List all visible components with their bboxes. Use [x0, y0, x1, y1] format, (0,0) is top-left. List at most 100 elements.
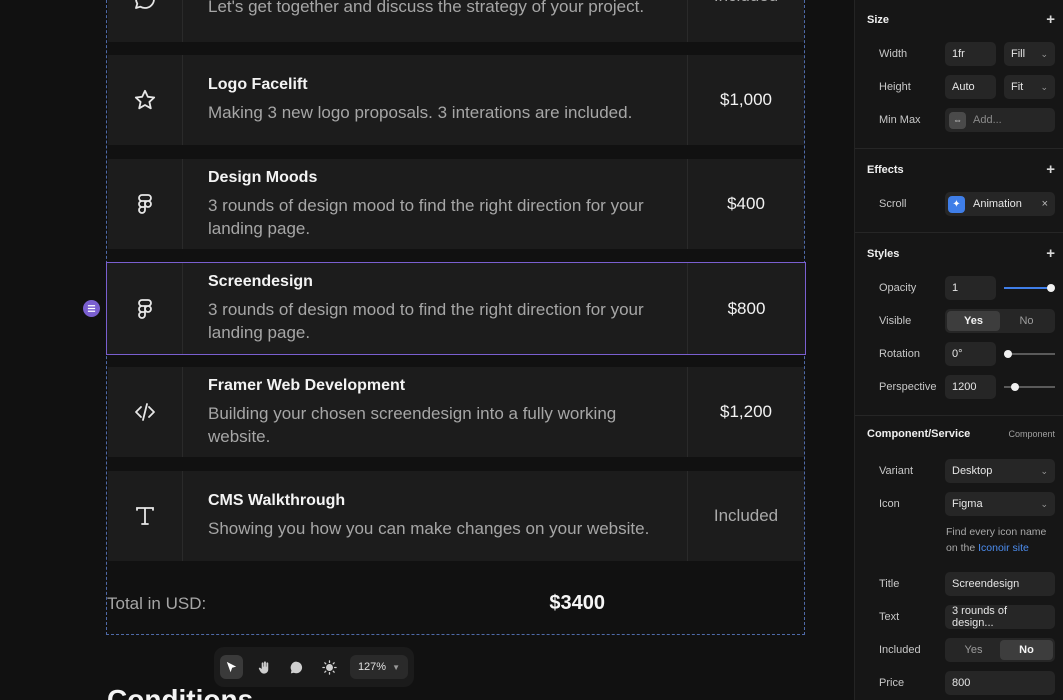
opacity-slider[interactable]	[1004, 287, 1051, 289]
row-price: $1,200	[720, 402, 772, 421]
price-input[interactable]: 800	[945, 671, 1055, 695]
row-icon-cell	[107, 263, 183, 354]
width-label: Width	[879, 48, 908, 60]
row-price: Included	[713, 506, 779, 525]
styles-section-header: Styles +	[867, 245, 1055, 262]
visible-toggle[interactable]: Yes No	[945, 309, 1055, 333]
selection-handle[interactable]	[83, 300, 100, 317]
row-price: $400	[727, 194, 765, 213]
chevron-down-icon: ⌄	[1040, 81, 1048, 92]
table-row[interactable]: Let's get together and discuss the strat…	[108, 0, 804, 42]
hand-icon	[258, 660, 268, 674]
component-section-header: Component/Service Component	[867, 428, 1055, 440]
variant-select[interactable]: Desktop ⌄	[945, 459, 1055, 483]
table-row[interactable]: Design Moods 3 rounds of design mood to …	[108, 159, 804, 249]
variant-value: Desktop	[952, 465, 993, 477]
zoom-value: 127%	[357, 661, 387, 673]
price-value: 800	[952, 677, 971, 689]
add-style-icon[interactable]: +	[1046, 245, 1055, 262]
rotation-input[interactable]: 0°	[945, 342, 996, 366]
visible-yes-option[interactable]: Yes	[947, 311, 1000, 331]
width-mode-value: Fill	[1011, 48, 1026, 60]
table-row[interactable]: Framer Web Development Building your cho…	[108, 367, 804, 457]
section-title: Effects	[867, 163, 904, 176]
section-title: Component/Service	[867, 428, 971, 440]
included-no-option[interactable]: No	[1000, 640, 1053, 660]
icon-select[interactable]: Figma ⌄	[945, 492, 1055, 516]
chevron-down-icon: ⌄	[1040, 498, 1048, 509]
add-effect-icon[interactable]: +	[1046, 161, 1055, 178]
row-price: $1,000	[720, 90, 772, 109]
row-icon-cell	[108, 367, 183, 457]
theme-toggle-button[interactable]	[317, 655, 340, 679]
height-mode-select[interactable]: Fit ⌄	[1004, 75, 1055, 99]
row-price: $800	[727, 298, 766, 318]
icon-value: Figma	[952, 498, 983, 510]
included-label: Included	[879, 644, 921, 656]
text-input[interactable]: 3 rounds of design...	[945, 605, 1055, 629]
scroll-animation-value: Animation	[973, 198, 1022, 210]
sun-icon	[321, 659, 337, 675]
section-title: Size	[867, 13, 890, 26]
width-input[interactable]: 1fr	[945, 42, 996, 66]
row-title: Framer Web Development	[208, 376, 406, 394]
perspective-value: 1200	[952, 381, 977, 393]
add-size-icon[interactable]: +	[1046, 11, 1055, 28]
chevron-down-icon: ⌄	[1040, 48, 1048, 59]
row-description: Showing you how you can make changes on …	[208, 519, 650, 538]
component-link[interactable]: Component	[1008, 429, 1055, 439]
comment-tool-button[interactable]	[285, 655, 308, 679]
height-input[interactable]: Auto	[945, 75, 996, 99]
section-divider	[855, 148, 1063, 149]
included-toggle[interactable]: Yes No	[945, 638, 1055, 662]
table-row[interactable]: Logo Facelift Making 3 new logo proposal…	[108, 55, 804, 145]
properties-panel: Size + Width 1fr Fill ⌄ Height Auto Fit ⌄ …	[854, 0, 1063, 700]
total-value: $3400	[549, 592, 605, 614]
canvas-toolbar: 127% ▼	[214, 647, 414, 687]
figma-icon	[138, 194, 152, 214]
height-label: Height	[879, 81, 911, 93]
chat-bubble-icon	[135, 0, 155, 9]
height-mode-value: Fit	[1011, 81, 1024, 93]
included-yes-option[interactable]: Yes	[947, 640, 1000, 660]
opacity-value: 1	[952, 282, 959, 294]
row-text-cell: Design Moods 3 rounds of design mood to …	[183, 159, 688, 249]
rotation-value: 0°	[952, 348, 963, 360]
row-description: Building your chosen screendesign into a…	[208, 403, 617, 446]
perspective-slider-knob[interactable]	[1011, 383, 1019, 391]
price-label: Price	[879, 677, 905, 689]
hand-tool-button[interactable]	[252, 655, 275, 679]
design-canvas[interactable]: Let's get together and discuss the strat…	[0, 0, 854, 700]
opacity-slider-knob[interactable]	[1047, 284, 1055, 292]
rotation-slider-knob[interactable]	[1004, 350, 1012, 358]
row-description: Let's get together and discuss the strat…	[208, 0, 645, 16]
table-row-selected[interactable]: Screendesign 3 rounds of design mood to …	[106, 262, 806, 355]
minmax-input[interactable]: ⇔ Add...	[945, 108, 1055, 132]
chevron-down-icon: ⌄	[1040, 465, 1048, 476]
row-description: Making 3 new logo proposals. 3 interatio…	[208, 103, 633, 122]
row-icon-cell	[108, 55, 183, 145]
visible-no-option[interactable]: No	[1000, 311, 1053, 331]
visible-label: Visible	[879, 315, 912, 327]
section-divider	[855, 232, 1063, 233]
perspective-label: Perspective	[879, 381, 937, 393]
zoom-dropdown[interactable]: 127% ▼	[349, 655, 408, 679]
iconoir-link[interactable]: Iconoir site	[978, 542, 1029, 554]
row-icon-cell	[108, 159, 183, 249]
title-input[interactable]: Screendesign	[945, 572, 1055, 596]
close-icon[interactable]: ×	[1042, 198, 1048, 210]
row-text-cell: Screendesign 3 rounds of design mood to …	[183, 263, 688, 354]
table-row[interactable]: CMS Walkthrough Showing you how you can …	[108, 471, 804, 561]
scroll-animation-chip[interactable]: ✦ Animation ×	[945, 192, 1055, 216]
sparkle-icon: ✦	[948, 195, 965, 213]
size-section-header: Size +	[867, 11, 1055, 28]
opacity-input[interactable]: 1	[945, 276, 996, 300]
width-value: 1fr	[952, 48, 965, 60]
select-tool-button[interactable]	[220, 655, 244, 679]
width-mode-select[interactable]: Fill ⌄	[1004, 42, 1055, 66]
effects-section-header: Effects +	[867, 161, 1055, 178]
variant-label: Variant	[879, 465, 914, 477]
chevron-down-icon: ▼	[392, 662, 400, 672]
perspective-input[interactable]: 1200	[945, 375, 996, 399]
text-icon	[136, 507, 154, 525]
